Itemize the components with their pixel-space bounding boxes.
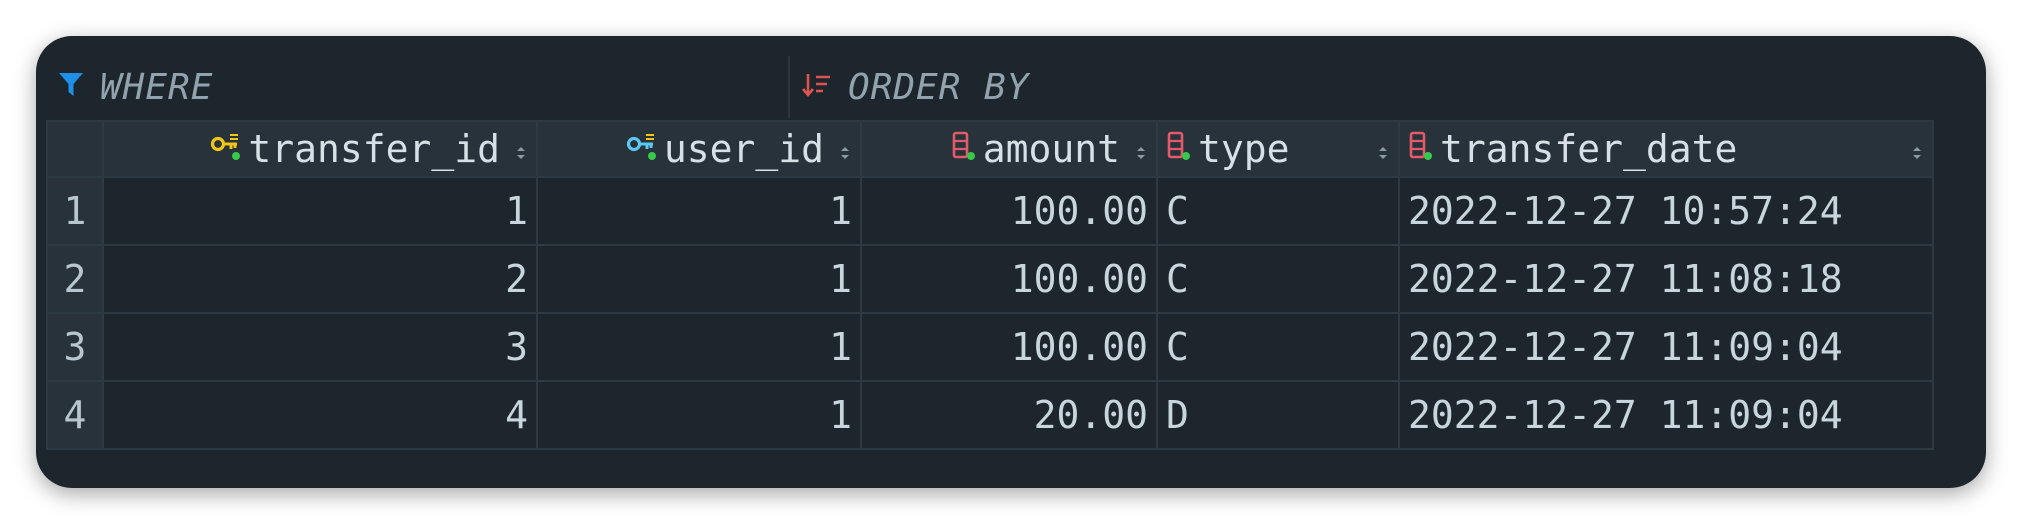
cell-transfer-date[interactable]: 2022-12-27 10:57:24 [1398, 176, 1934, 246]
filter-funnel-icon [58, 71, 84, 103]
column-header-transfer-date[interactable]: transfer_date [1398, 120, 1934, 178]
cell-transfer-date[interactable]: 2022-12-27 11:09:04 [1398, 380, 1934, 450]
row-number[interactable]: 4 [46, 380, 104, 450]
foreign-key-icon [626, 127, 658, 171]
cell-type[interactable]: C [1156, 176, 1400, 246]
sort-toggle-icon[interactable] [838, 127, 852, 171]
cell-user-id[interactable]: 1 [536, 244, 862, 314]
cell-amount[interactable]: 100.00 [860, 244, 1158, 314]
query-result-panel: WHERE ORDER BY transfer_id user_id amoun… [36, 36, 1986, 488]
column-header-label: user_id [663, 127, 824, 171]
cell-user-id[interactable]: 1 [536, 380, 862, 450]
sort-toggle-icon[interactable] [1134, 127, 1148, 171]
cell-user-id[interactable]: 1 [536, 312, 862, 382]
where-label: WHERE [100, 66, 214, 108]
sort-toggle-icon[interactable] [1910, 127, 1924, 171]
row-number-header [46, 120, 104, 178]
cell-type[interactable]: C [1156, 312, 1400, 382]
row-number[interactable]: 2 [46, 244, 104, 314]
sort-toggle-icon[interactable] [1376, 127, 1390, 171]
column-icon [1166, 127, 1192, 171]
sort-order-icon [802, 71, 832, 103]
column-header-type[interactable]: type [1156, 120, 1400, 178]
cell-user-id[interactable]: 1 [536, 176, 862, 246]
cell-transfer-date[interactable]: 2022-12-27 11:08:18 [1398, 244, 1934, 314]
where-filter[interactable]: WHERE [46, 56, 790, 118]
order-by-label: ORDER BY [848, 66, 1030, 108]
primary-key-icon [210, 127, 242, 171]
cell-transfer-id[interactable]: 1 [102, 176, 538, 246]
result-grid: transfer_id user_id amount type transfer… [46, 120, 1934, 450]
cell-amount[interactable]: 100.00 [860, 312, 1158, 382]
column-header-label: type [1198, 127, 1290, 171]
column-header-user-id[interactable]: user_id [536, 120, 862, 178]
row-number[interactable]: 3 [46, 312, 104, 382]
cell-amount[interactable]: 100.00 [860, 176, 1158, 246]
cell-transfer-id[interactable]: 3 [102, 312, 538, 382]
column-header-label: transfer_date [1440, 127, 1738, 171]
order-by-filter[interactable]: ORDER BY [790, 56, 1029, 118]
column-header-transfer-id[interactable]: transfer_id [102, 120, 538, 178]
header-row: transfer_id user_id amount type transfer… [46, 120, 1934, 178]
table-row[interactable]: 4 4 1 20.00 D 2022-12-27 11:09:04 [46, 380, 1934, 450]
table-row[interactable]: 3 3 1 100.00 C 2022-12-27 11:09:04 [46, 312, 1934, 382]
table-row[interactable]: 2 2 1 100.00 C 2022-12-27 11:08:18 [46, 244, 1934, 314]
cell-transfer-id[interactable]: 2 [102, 244, 538, 314]
column-icon [1408, 127, 1434, 171]
table-row[interactable]: 1 1 1 100.00 C 2022-12-27 10:57:24 [46, 176, 1934, 246]
cell-amount[interactable]: 20.00 [860, 380, 1158, 450]
column-icon [951, 127, 977, 171]
cell-type[interactable]: C [1156, 244, 1400, 314]
column-header-amount[interactable]: amount [860, 120, 1158, 178]
row-number[interactable]: 1 [46, 176, 104, 246]
column-header-label: transfer_id [248, 127, 500, 171]
cell-type[interactable]: D [1156, 380, 1400, 450]
filter-bar: WHERE ORDER BY [46, 56, 1966, 118]
sort-toggle-icon[interactable] [514, 127, 528, 171]
column-header-label: amount [982, 127, 1120, 171]
cell-transfer-id[interactable]: 4 [102, 380, 538, 450]
cell-transfer-date[interactable]: 2022-12-27 11:09:04 [1398, 312, 1934, 382]
